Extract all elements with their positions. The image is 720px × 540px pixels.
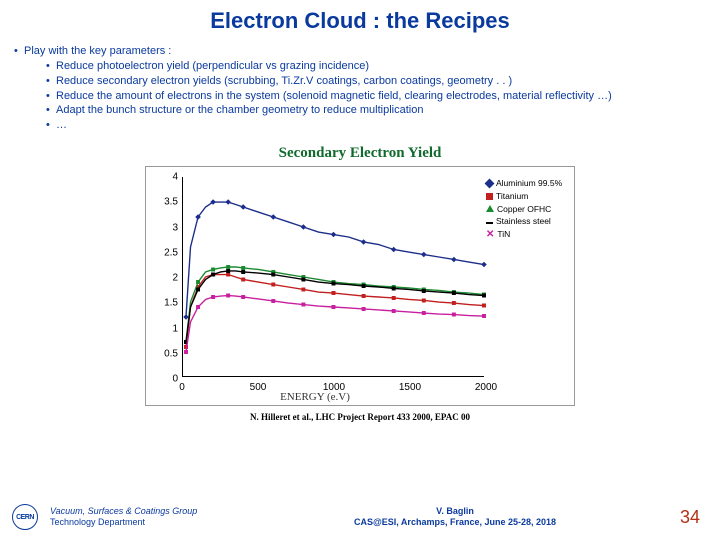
bullet-lv2: •Adapt the bunch structure or the chambe…	[14, 103, 706, 118]
footer-group-line1: Vacuum, Surfaces & Coatings Group	[50, 506, 250, 517]
footer-center: V. Baglin CAS@ESI, Archamps, France, Jun…	[250, 506, 660, 528]
bullet-dot: •	[46, 59, 56, 74]
legend-marker-icon	[486, 222, 493, 224]
legend-item: Titanium	[486, 190, 568, 203]
ytick: 2	[146, 273, 178, 284]
bullet-lv2: •…	[14, 118, 706, 133]
cern-logo-icon: CERN	[12, 504, 38, 530]
footer: CERN Vacuum, Surfaces & Coatings Group T…	[0, 494, 720, 540]
footer-group-line2: Technology Department	[50, 517, 250, 528]
xtick: 1500	[399, 382, 421, 393]
legend-label: Copper OFHC	[497, 203, 551, 216]
legend-item: Copper OFHC	[486, 203, 568, 216]
chart-legend: Aluminium 99.5%TitaniumCopper OFHCStainl…	[486, 177, 568, 241]
legend-label: Aluminium 99.5%	[496, 177, 562, 190]
bullet-lv2-text: Adapt the bunch structure or the chamber…	[56, 103, 423, 118]
bullet-lv2-text: Reduce secondary electron yields (scrubb…	[56, 74, 512, 89]
bullet-dot: •	[46, 74, 56, 89]
footer-event: CAS@ESI, Archamps, France, June 25-28, 2…	[250, 517, 660, 528]
bullet-dot: •	[46, 103, 56, 118]
legend-item: Stainless steel	[486, 215, 568, 228]
legend-label: TiN	[497, 228, 510, 241]
ytick: 2.5	[146, 247, 178, 258]
bullet-dot: •	[46, 89, 56, 104]
bullet-dot: •	[46, 118, 56, 133]
xtick: 2000	[475, 382, 497, 393]
ytick: 1	[146, 323, 178, 334]
legend-marker-icon	[485, 178, 495, 188]
slide: Electron Cloud : the Recipes • Play with…	[0, 0, 720, 540]
legend-marker-icon	[486, 193, 493, 200]
ytick: 0.5	[146, 348, 178, 359]
plot	[182, 177, 484, 377]
ytick: 3	[146, 222, 178, 233]
ytick: 0	[146, 374, 178, 385]
legend-marker-icon	[486, 205, 494, 212]
bullet-lv2: •Reduce photoelectron yield (perpendicul…	[14, 59, 706, 74]
legend-item: Aluminium 99.5%	[486, 177, 568, 190]
slide-title: Electron Cloud : the Recipes	[0, 0, 720, 34]
bullet-lv2: •Reduce the amount of electrons in the s…	[14, 89, 706, 104]
ytick: 1.5	[146, 298, 178, 309]
bullet-lv2: •Reduce secondary electron yields (scrub…	[14, 74, 706, 89]
legend-marker-icon: ✕	[486, 231, 494, 238]
page-number: 34	[660, 507, 720, 528]
xtick: 500	[250, 382, 267, 393]
chart-box: ENERGY (e.V) 0 0.5 1 1.5 2 2.5 3 3.5 4 0 500 1000 1…	[145, 166, 575, 406]
chart-credit: N. Hilleret et al., LHC Project Report 4…	[250, 412, 470, 422]
logo-wrap: CERN	[0, 504, 50, 530]
footer-left: Vacuum, Surfaces & Coatings Group Techno…	[50, 506, 250, 528]
legend-label: Titanium	[496, 190, 528, 203]
chart-title: Secondary Electron Yield	[279, 145, 442, 162]
bullet-lv1: • Play with the key parameters :	[14, 44, 706, 59]
ytick: 4	[146, 172, 178, 183]
chart-xlabel: ENERGY (e.V)	[146, 391, 484, 403]
xtick: 0	[179, 382, 185, 393]
bullet-lv2-text: Reduce photoelectron yield (perpendicula…	[56, 59, 369, 74]
xtick: 1000	[323, 382, 345, 393]
bullet-list: • Play with the key parameters : •Reduce…	[0, 34, 720, 133]
chart-svg	[183, 177, 484, 377]
bullet-lv2-text: …	[56, 118, 67, 133]
bullet-lv1-text: Play with the key parameters :	[24, 44, 171, 59]
legend-item: ✕TiN	[486, 228, 568, 241]
chart-area: Secondary Electron Yield ENERGY (e.V) 00…	[0, 145, 720, 422]
footer-author: V. Baglin	[250, 506, 660, 517]
legend-label: Stainless steel	[496, 215, 551, 228]
bullet-lv2-text: Reduce the amount of electrons in the sy…	[56, 89, 612, 104]
bullet-dot: •	[14, 44, 24, 59]
ytick: 3.5	[146, 197, 178, 208]
